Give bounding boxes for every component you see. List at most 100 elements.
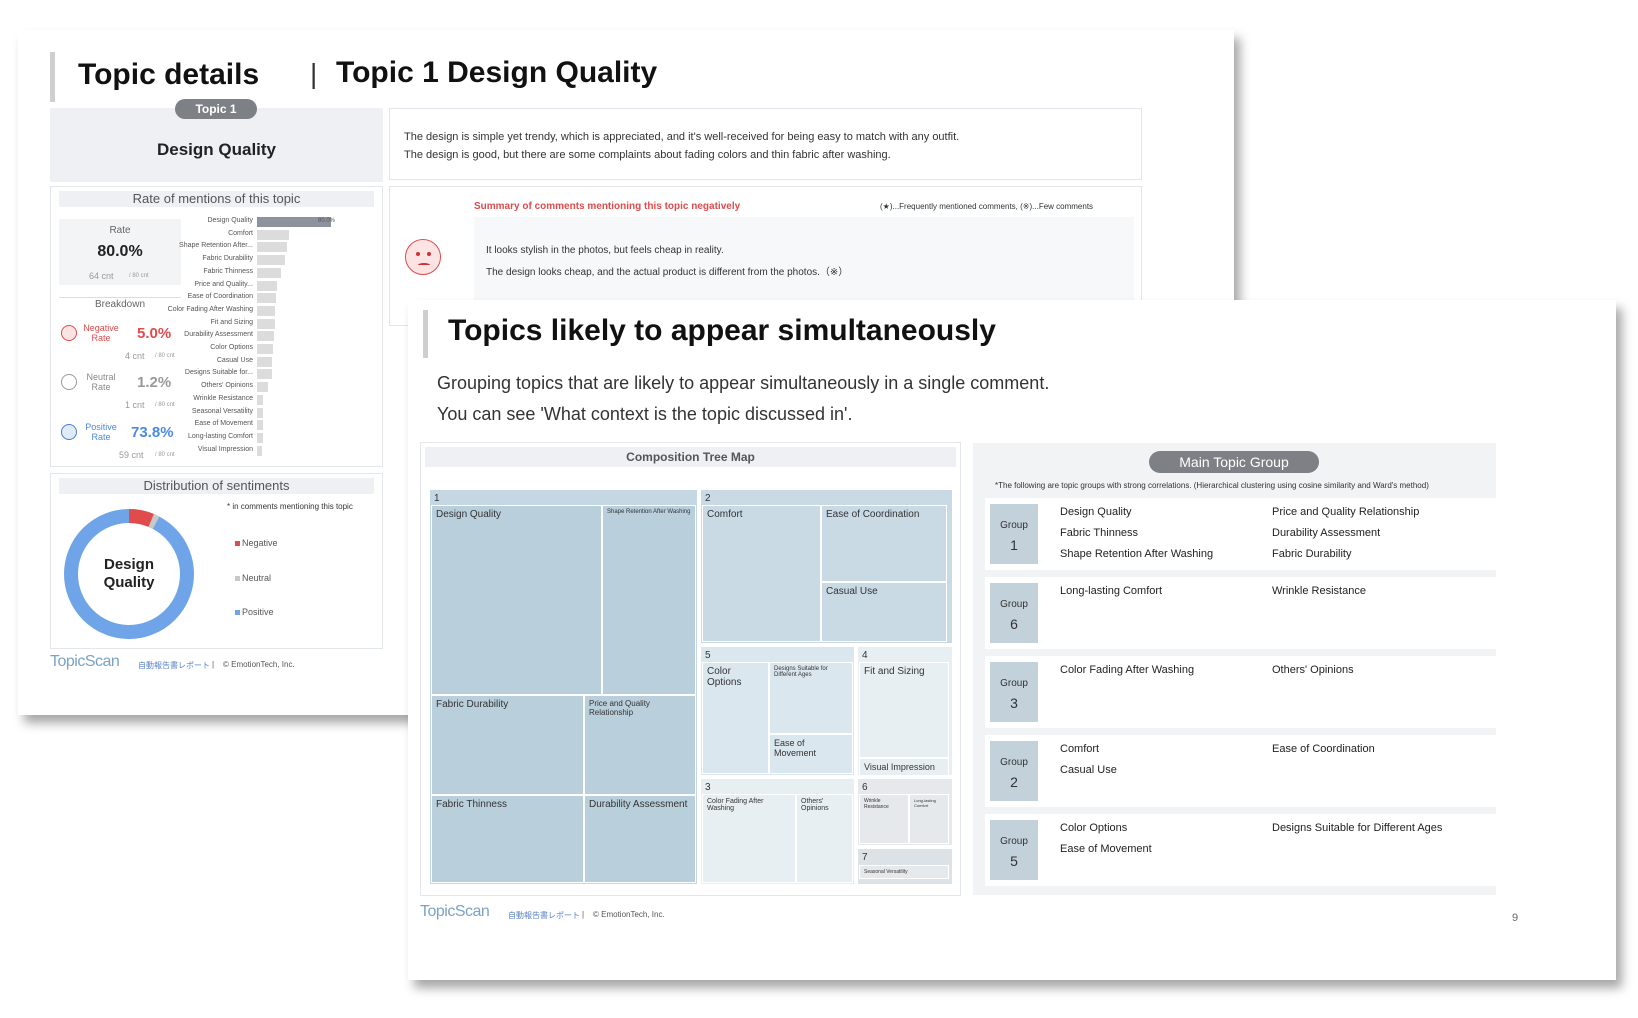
negative-comment-2: The design looks cheap, and the actual p… [486,267,849,278]
group-topic: Ease of Coordination [1272,743,1375,755]
mention-bar [257,280,278,291]
treemap-seasonal[interactable]: Seasonal Versatility [859,865,949,879]
mention-bar-label: Others' Opinions [201,382,253,390]
mention-bar [257,445,262,456]
mention-bar [257,432,263,443]
group-topic: Fabric Thinness [1060,527,1139,539]
group-row: Group 3 Color Fading After Washing Others' … [985,656,1508,728]
group-topic: Durability Assessment [1272,527,1381,539]
group-topic: Designs Suitable for Different Ages [1272,822,1443,834]
treemap-designs-ages[interactable]: Designs Suitable for Different Ages [769,662,853,734]
group-topic: Price and Quality Relationship [1272,506,1420,518]
group-badge: Group 1 [990,504,1038,564]
topic-card: Design Quality [50,108,383,182]
rate-of-mentions-panel: Rate of mentions of this topic Rate 80.0… [50,186,383,467]
treemap-design-quality[interactable]: Design Quality [431,505,602,695]
mention-bar-label: Ease of Movement [194,420,253,428]
mention-bar-label: Long-lasting Comfort [188,432,253,440]
mention-bar-label: Wrinkle Resistance [193,394,253,402]
mention-bar [257,356,272,367]
footer-sep: | [212,660,215,669]
treemap-fit-sizing[interactable]: Fit and Sizing [859,662,949,758]
group-number: 2 [1010,774,1018,790]
treemap-price-quality[interactable]: Price and Quality Relationship [584,695,696,795]
mention-bar-label: Visual Impression [197,445,253,453]
mention-bar-label: Price and Quality... [194,280,253,288]
mention-bar-label: Shape Retention After... [179,242,253,250]
negative-comment-1: It looks stylish in the photos, but feel… [486,245,724,256]
group-word: Group [1000,678,1028,689]
mention-bar-chart: Design Quality 80.0% Comfort Shape Retentio… [168,217,381,462]
treemap-fabric-durability[interactable]: Fabric Durability [431,695,584,795]
treemap-visual-impression[interactable]: Visual Impression [859,758,949,776]
mention-bar [257,229,290,240]
front-desc-1: Grouping topics that are likely to appea… [437,373,1050,393]
legend-negative: Negative [235,538,278,548]
group-row: Group 6 Long-lasting Comfort Wrinkle Resist… [985,577,1508,649]
footer-copyright: © EmotionTech, Inc. [223,660,295,669]
treemap-color-fading[interactable]: Color Fading After Washing [702,794,796,883]
group-topic: Fabric Durability [1272,548,1352,560]
legend-neutral: Neutral [235,573,271,583]
treemap-long-comfort[interactable]: Long-lasting Comfort [909,794,949,844]
mention-bar [257,293,276,304]
group-topic: Casual Use [1060,764,1117,776]
page-title: Topic details [78,58,260,91]
topic-pill: Topic 1 [175,99,257,119]
treemap-others-opinions[interactable]: Others' Opinions [796,794,853,883]
treemap-casual-use[interactable]: Casual Use [821,582,947,642]
positive-total: / 80 cnt [155,452,175,458]
treemap-ease-movement[interactable]: Ease of Movement [769,734,853,774]
group-badge: Group 2 [990,741,1038,801]
mention-bar [257,267,282,278]
mention-bar-label: Seasonal Versatility [191,407,253,415]
group-topic: Color Options [1060,822,1128,834]
main-topic-group-note: *The following are topic groups with str… [995,481,1429,490]
main-topic-group-pill: Main Topic Group [1149,451,1319,473]
mention-bar [257,305,275,316]
treemap-fabric-thinness[interactable]: Fabric Thinness [431,795,584,883]
mention-bar [257,382,269,393]
treemap-comfort[interactable]: Comfort [702,505,821,642]
group-topic: Long-lasting Comfort [1060,585,1163,597]
front-footer-logo: TopicScan [420,903,490,920]
front-footer-copyright: © EmotionTech, Inc. [593,910,665,919]
group-word: Group [1000,520,1028,531]
treemap-color-options[interactable]: Color Options [702,662,769,774]
mention-bar [257,369,272,380]
page-subtitle: Topic 1 Design Quality [336,56,658,89]
negative-rate-label: Negative Rate [83,323,119,343]
group-badge: Group 5 [990,820,1038,880]
group-topic: Shape Retention After Washing [1060,548,1214,560]
negative-summary-header: Summary of comments mentioning this topi… [474,201,741,212]
topic-name: Design Quality [156,140,277,159]
neutral-rate-label: Neutral Rate [86,372,116,392]
treemap-ease-coordination[interactable]: Ease of Coordination [821,505,947,582]
description-panel: The design is simple yet trendy, which i… [389,108,1142,180]
footer-jp: 自動報告書レポート [138,661,210,670]
front-footer-sep: | [582,910,585,919]
mention-bar [257,255,285,266]
group-word: Group [1000,757,1028,768]
treemap-wrinkle[interactable]: Wrinkle Resistance [859,794,909,844]
mention-bar [257,420,263,431]
mention-bar-label: Durability Assessment [184,331,253,339]
main-topic-group-panel: Main Topic Group *The following are topi… [973,443,1508,895]
treemap-shape-retention[interactable]: Shape Retention After Washing [602,505,696,695]
mention-bar [257,344,273,354]
front-title-accent-bar [423,310,428,358]
positive-rate-label: Positive Rate [85,422,117,442]
sentiment-header: Distribution of sentiments [59,478,374,494]
group-topic: Design Quality [1060,506,1132,518]
treemap-durability-assessment[interactable]: Durability Assessment [584,795,696,883]
mention-bar-label: Fabric Durability [202,255,253,263]
group-word: Group [1000,836,1028,847]
donut-center-label: Design Quality [103,556,155,591]
negative-summary-legend: (★)...Frequently mentioned comments, (※)… [880,202,1094,211]
mention-bar-label: Ease of Coordination [187,293,253,301]
group-badge: Group 6 [990,583,1038,643]
mention-bar-label: Color Fading After Washing [167,305,253,313]
treemap-header: Composition Tree Map [425,447,956,467]
positive-cnt: 59 cnt [119,450,144,460]
sentiment-distribution-panel: Distribution of sentiments Design Qualit… [50,473,383,649]
